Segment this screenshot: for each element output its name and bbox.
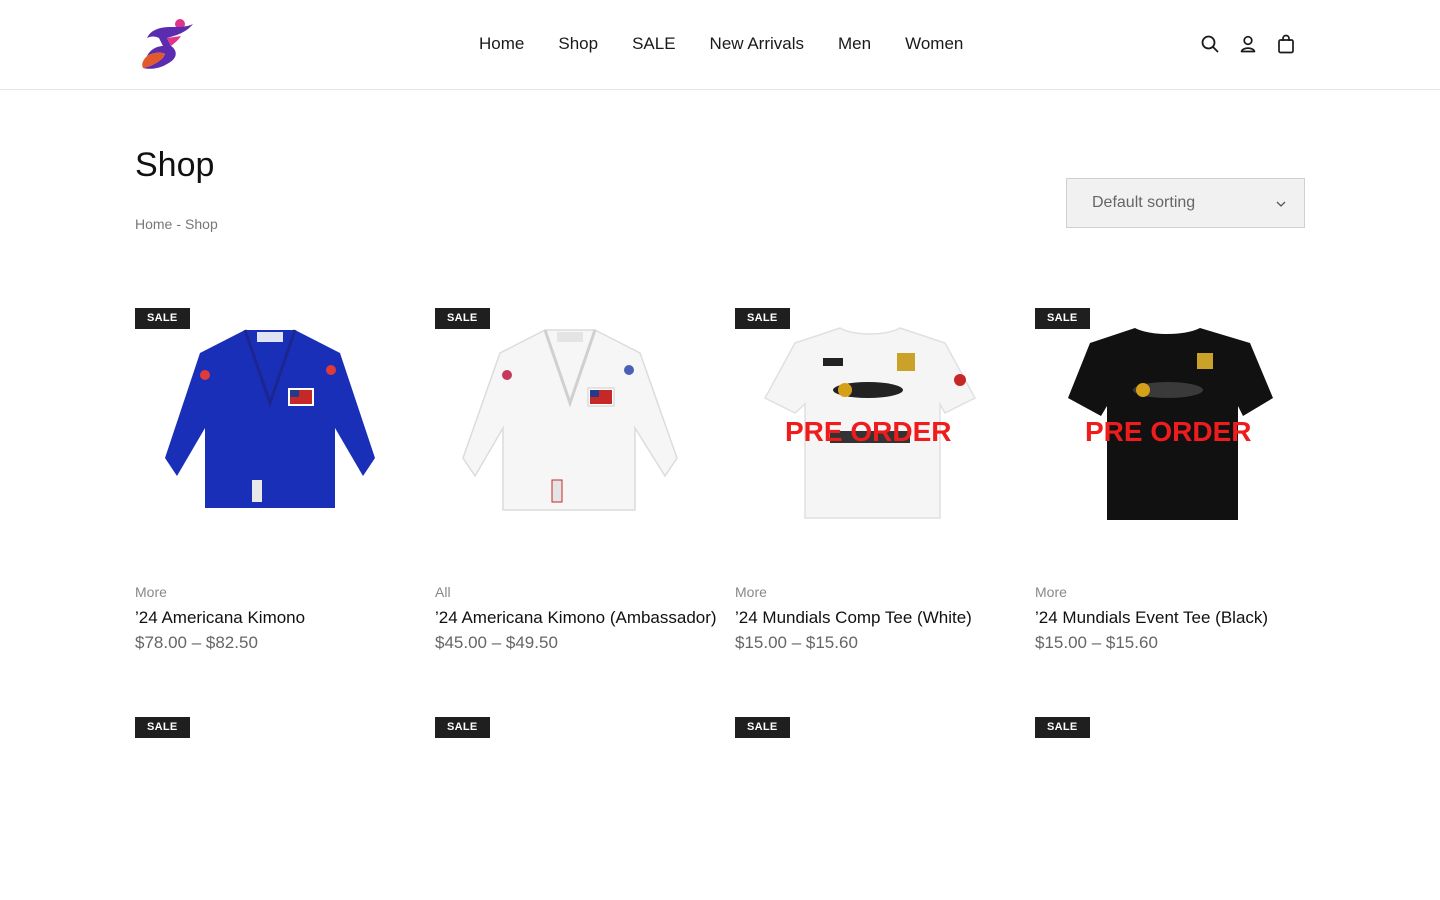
product-card[interactable]: SALE bbox=[1035, 717, 1305, 900]
product-card[interactable]: SALE bbox=[435, 717, 705, 900]
product-image-blue-kimono[interactable]: SALE bbox=[135, 308, 405, 558]
product-image[interactable]: SALE bbox=[735, 717, 1005, 900]
product-card[interactable]: SALE bbox=[735, 717, 1005, 900]
site-header: Home Shop SALE New Arrivals Men Women bbox=[0, 0, 1440, 90]
product-title[interactable]: ’24 Mundials Comp Tee (White) bbox=[735, 608, 972, 628]
preorder-overlay: PRE ORDER bbox=[1085, 416, 1252, 447]
sale-badge: SALE bbox=[1035, 717, 1090, 738]
main-navigation: Home Shop SALE New Arrivals Men Women bbox=[479, 32, 963, 56]
sale-badge: SALE bbox=[1035, 308, 1090, 329]
sale-badge: SALE bbox=[435, 308, 490, 329]
sale-badge: SALE bbox=[735, 308, 790, 329]
sale-badge: SALE bbox=[735, 717, 790, 738]
product-category[interactable]: More bbox=[1035, 584, 1067, 600]
breadcrumb-home[interactable]: Home bbox=[135, 216, 172, 232]
breadcrumb: Home - Shop bbox=[135, 216, 218, 232]
header-actions bbox=[1200, 33, 1296, 55]
product-card[interactable]: PRE ORDER SALE More ’24 Mundials Comp Te… bbox=[735, 308, 1005, 652]
product-image[interactable]: SALE bbox=[135, 717, 405, 900]
product-price: $45.00 – $49.50 bbox=[435, 633, 558, 652]
product-image-white-tee[interactable]: PRE ORDER SALE bbox=[735, 308, 1005, 558]
chevron-down-icon bbox=[1276, 194, 1286, 212]
search-icon[interactable] bbox=[1200, 33, 1220, 55]
product-category[interactable]: More bbox=[135, 584, 167, 600]
product-price: $15.00 – $15.60 bbox=[1035, 633, 1158, 652]
nav-shop[interactable]: Shop bbox=[558, 32, 598, 56]
product-category[interactable]: All bbox=[435, 584, 451, 600]
breadcrumb-current: Shop bbox=[185, 216, 218, 232]
product-card[interactable]: SALE More ’24 Americana Kimono $78.00 – … bbox=[135, 308, 405, 652]
product-image[interactable]: SALE bbox=[435, 717, 705, 900]
product-image[interactable]: SALE bbox=[1035, 717, 1305, 900]
brand-logo[interactable] bbox=[137, 16, 197, 72]
user-icon[interactable] bbox=[1238, 33, 1258, 55]
sort-dropdown-value: Default sorting bbox=[1092, 194, 1196, 211]
page-title: Shop bbox=[135, 146, 215, 184]
product-image-black-tee[interactable]: PRE ORDER SALE bbox=[1035, 308, 1305, 558]
product-title[interactable]: ’24 Americana Kimono bbox=[135, 608, 305, 628]
product-category[interactable]: More bbox=[735, 584, 767, 600]
sale-badge: SALE bbox=[135, 308, 190, 329]
sale-badge: SALE bbox=[435, 717, 490, 738]
product-price: $15.00 – $15.60 bbox=[735, 633, 858, 652]
sale-badge: SALE bbox=[135, 717, 190, 738]
nav-men[interactable]: Men bbox=[838, 32, 871, 56]
product-title[interactable]: ’24 Americana Kimono (Ambassador) bbox=[435, 608, 717, 628]
product-price: $78.00 – $82.50 bbox=[135, 633, 258, 652]
preorder-overlay: PRE ORDER bbox=[785, 416, 952, 447]
cart-icon[interactable] bbox=[1276, 33, 1296, 55]
product-title[interactable]: ’24 Mundials Event Tee (Black) bbox=[1035, 608, 1268, 628]
product-card[interactable]: SALE bbox=[135, 717, 405, 900]
nav-home[interactable]: Home bbox=[479, 32, 524, 56]
product-card[interactable]: SALE All ’24 Americana Kimono (Ambassado… bbox=[435, 308, 717, 652]
sort-dropdown[interactable]: Default sorting bbox=[1066, 178, 1305, 228]
breadcrumb-separator: - bbox=[176, 216, 182, 232]
nav-women[interactable]: Women bbox=[905, 32, 963, 56]
product-card[interactable]: PRE ORDER SALE More ’24 Mundials Event T… bbox=[1035, 308, 1305, 652]
product-image-white-kimono[interactable]: SALE bbox=[435, 308, 705, 558]
nav-new-arrivals[interactable]: New Arrivals bbox=[710, 32, 804, 56]
nav-sale[interactable]: SALE bbox=[632, 32, 675, 56]
